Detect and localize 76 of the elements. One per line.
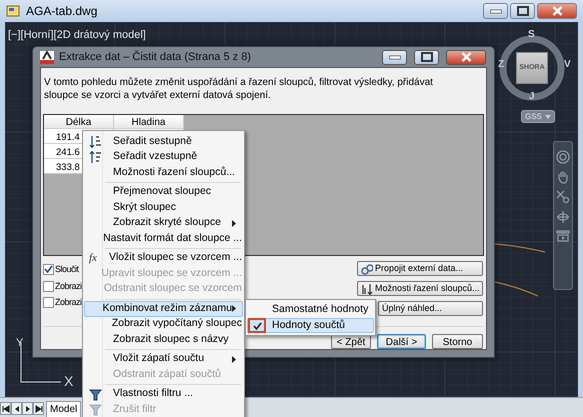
compass-letter[interactable]: V bbox=[564, 60, 571, 70]
showmotion-icon bbox=[556, 230, 570, 242]
filter-icon bbox=[88, 388, 102, 401]
steering-wheel-icon bbox=[556, 150, 570, 164]
first-page-icon[interactable] bbox=[0, 402, 11, 415]
menu-item[interactable]: Možnosti řazení sloupců... bbox=[84, 165, 243, 180]
formula-icon: fx bbox=[88, 250, 97, 266]
dialog-button[interactable]: Úplný náhled... bbox=[378, 301, 483, 316]
app-icon bbox=[6, 4, 20, 18]
caret-icon bbox=[544, 114, 551, 118]
menu-item[interactable]: Vlastnosti filtru ... bbox=[84, 386, 243, 402]
dialog-button[interactable]: Další > bbox=[377, 334, 426, 349]
menu-item[interactable]: Zobrazit vypočítaný sloupec bbox=[84, 316, 243, 332]
submenu-arrow-icon bbox=[232, 305, 236, 312]
table-cell: 191.4 bbox=[56, 132, 80, 143]
submenu-arrow-icon bbox=[232, 220, 236, 227]
last-page-icon[interactable] bbox=[33, 402, 44, 415]
submenu-arrow-icon bbox=[232, 356, 236, 363]
menu-item[interactable]: Hodnoty součtů bbox=[247, 318, 374, 333]
maximize-icon bbox=[420, 52, 432, 62]
menu-item[interactable]: Seřadit vzestupně bbox=[84, 150, 243, 165]
minimize-icon bbox=[388, 54, 400, 60]
minimize-button[interactable] bbox=[382, 50, 407, 64]
window-title: AGA-tab.dwg bbox=[26, 3, 98, 20]
link-icon bbox=[361, 262, 373, 274]
dialog-button[interactable]: Možnosti řazení sloupců... bbox=[357, 281, 483, 296]
app-logo-icon bbox=[40, 50, 54, 64]
close-icon bbox=[460, 52, 472, 62]
compass-letter[interactable]: S bbox=[528, 30, 535, 40]
table-cell: 241.6 bbox=[56, 147, 80, 158]
dialog-description: V tomto pohledu můžete změnit uspořádání a řazení sloupců, filtrovat výsledky, přidávat sloupce se vzorci a vytvářet externí datová spojení. bbox=[44, 76, 434, 102]
orbit-icon bbox=[556, 210, 570, 224]
column-header[interactable]: Hladina bbox=[114, 115, 184, 129]
dialog-title: Extrakce dat – Čistit data (Strana 5 z 8) bbox=[59, 49, 251, 65]
menu-item[interactable]: Zobrazit skryté sloupce bbox=[84, 216, 243, 231]
menu-item[interactable]: Přejmenovat sloupec bbox=[84, 184, 243, 200]
menu-item[interactable]: Zobrazit sloupec s názvy bbox=[84, 332, 243, 348]
previous-icon[interactable] bbox=[11, 402, 22, 415]
menu-item[interactable]: Nastavit formát dat sloupce ... bbox=[84, 231, 243, 246]
menu-item[interactable]: Seřadit sestupně bbox=[84, 134, 243, 150]
filter-clear-icon bbox=[88, 403, 102, 416]
column-header[interactable]: Délka bbox=[44, 115, 114, 129]
hand-icon bbox=[556, 170, 570, 184]
curve-line bbox=[494, 281, 538, 297]
sort-icon bbox=[361, 282, 373, 294]
checkbox-label: Sloučit bbox=[55, 263, 79, 276]
checkbox[interactable] bbox=[43, 280, 54, 292]
menu-item[interactable]: Skrýt sloupec bbox=[84, 200, 243, 216]
checkbox-label: Zobrazi bbox=[55, 296, 82, 309]
checkbox[interactable] bbox=[43, 297, 54, 308]
axis-label: Y bbox=[16, 338, 24, 349]
maximize-icon bbox=[516, 6, 528, 16]
menu-item[interactable]: Vložit zápatí součtu bbox=[84, 352, 243, 367]
menu-item[interactable]: Kombinovat režim záznamu bbox=[84, 301, 243, 316]
close-icon bbox=[552, 6, 562, 16]
maximize-button[interactable] bbox=[414, 50, 439, 64]
viewport-label[interactable]: [−][Horní][2D drátový model] bbox=[8, 27, 146, 44]
minimize-icon bbox=[490, 8, 502, 14]
dialog-button[interactable]: Propojit externí data... bbox=[357, 261, 483, 276]
checkbox-label: Zobrazi bbox=[55, 280, 82, 292]
maximize-button[interactable] bbox=[510, 3, 535, 19]
dialog-button[interactable]: Storno bbox=[432, 334, 483, 349]
checkbox[interactable] bbox=[43, 264, 54, 276]
close-button[interactable] bbox=[446, 50, 486, 64]
sort-ascending-icon bbox=[88, 150, 102, 164]
zoom-icon bbox=[556, 190, 570, 204]
sort-descending-icon bbox=[88, 135, 102, 148]
curve-line bbox=[494, 243, 546, 253]
menu-item[interactable]: Samostatné hodnoty bbox=[247, 302, 374, 317]
menu-item[interactable]: fx Vložit sloupec se vzorcem ... bbox=[84, 250, 243, 266]
axis-label: X bbox=[64, 374, 74, 388]
next-icon[interactable] bbox=[22, 402, 33, 415]
layout-tab[interactable]: Model bbox=[46, 401, 82, 417]
table-cell: 333.8 bbox=[56, 162, 80, 173]
minimize-button[interactable] bbox=[483, 3, 508, 19]
close-button[interactable] bbox=[537, 3, 577, 19]
